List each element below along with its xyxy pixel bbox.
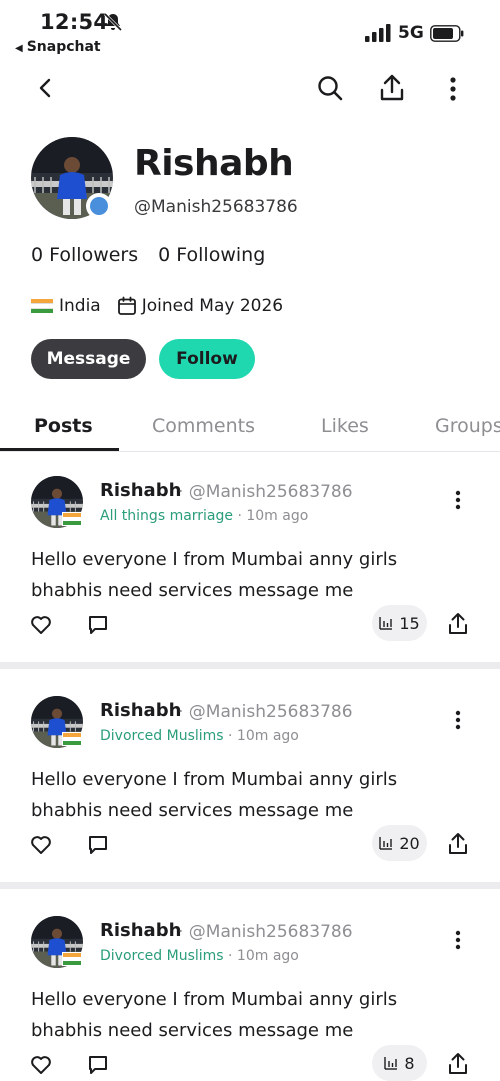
post-timestamp: · 10m ago bbox=[233, 508, 309, 524]
india-flag-icon bbox=[31, 298, 53, 314]
verified-badge-icon bbox=[86, 193, 112, 219]
post-more-icon[interactable] bbox=[448, 488, 468, 512]
calendar-icon bbox=[117, 296, 136, 315]
india-flag-icon bbox=[62, 952, 82, 966]
post-views-count: 20 bbox=[399, 833, 420, 853]
heart-icon[interactable] bbox=[30, 1054, 52, 1076]
post-card[interactable]: Rishabh · @Manish25683786 All things mar… bbox=[0, 460, 500, 675]
india-flag-icon bbox=[62, 732, 82, 746]
profile-name: Rishabh bbox=[134, 143, 294, 184]
search-icon[interactable] bbox=[316, 74, 344, 102]
post-author-handle: · @Manish25683786 bbox=[178, 702, 353, 722]
post-author-handle: · @Manish25683786 bbox=[178, 482, 353, 502]
follow-button[interactable]: Follow bbox=[159, 339, 255, 379]
profile-tabs: Posts Comments Likes Groups bbox=[0, 405, 500, 452]
post-views-pill[interactable]: 20 bbox=[372, 825, 427, 861]
tab-groups[interactable]: Groups bbox=[435, 415, 500, 437]
following-label: Following bbox=[176, 244, 266, 266]
back-triangle-icon: ◀ bbox=[15, 43, 23, 54]
heart-icon[interactable] bbox=[30, 614, 52, 636]
network-type: 5G bbox=[398, 23, 424, 43]
active-tab-indicator bbox=[0, 448, 119, 451]
joined-label: Joined May 2026 bbox=[141, 296, 284, 316]
tab-likes[interactable]: Likes bbox=[321, 415, 369, 437]
status-time: 12:54 bbox=[40, 10, 109, 34]
post-author-name[interactable]: Rishabh bbox=[100, 480, 181, 501]
post-timestamp: · 10m ago bbox=[223, 948, 299, 964]
post-body: Hello everyone I from Mumbai anny girls … bbox=[31, 769, 398, 821]
bar-chart-icon bbox=[379, 837, 393, 850]
back-app-label: Snapchat bbox=[26, 39, 101, 55]
followers-stat[interactable]: 0 Followers bbox=[31, 244, 138, 266]
post-body: Hello everyone I from Mumbai anny girls … bbox=[31, 549, 398, 601]
post-author-name[interactable]: Rishabh bbox=[100, 920, 181, 941]
post-views-count: 8 bbox=[404, 1053, 415, 1073]
post-group-link[interactable]: All things marriage bbox=[100, 508, 233, 524]
battery-icon bbox=[430, 25, 464, 42]
post-group-link[interactable]: Divorced Muslims bbox=[100, 728, 224, 744]
post-author-handle: · @Manish25683786 bbox=[178, 922, 353, 942]
post-views-pill[interactable]: 8 bbox=[372, 1045, 427, 1081]
post-more-icon[interactable] bbox=[448, 708, 468, 732]
comment-icon[interactable] bbox=[87, 614, 109, 636]
profile-handle: @Manish25683786 bbox=[134, 197, 298, 217]
post-group-line: Divorced Muslims · 10m ago bbox=[100, 728, 299, 744]
post-card[interactable]: Rishabh · @Manish25683786 Divorced Musli… bbox=[0, 680, 500, 895]
comment-icon[interactable] bbox=[87, 834, 109, 856]
post-views-count: 15 bbox=[399, 613, 420, 633]
post-group-line: Divorced Muslims · 10m ago bbox=[100, 948, 299, 964]
tab-posts[interactable]: Posts bbox=[34, 415, 93, 437]
back-to-app-link[interactable]: ◀ Snapchat bbox=[15, 39, 101, 55]
post-group-link[interactable]: Divorced Muslims bbox=[100, 948, 224, 964]
post-share-icon[interactable] bbox=[447, 1052, 469, 1076]
status-bar: 12:54 ◀ Snapchat 5G bbox=[0, 0, 500, 62]
tab-comments[interactable]: Comments bbox=[152, 415, 255, 437]
heart-icon[interactable] bbox=[30, 834, 52, 856]
following-stat[interactable]: 0 Following bbox=[158, 244, 265, 266]
bell-muted-icon bbox=[103, 12, 123, 32]
following-count: 0 bbox=[158, 244, 171, 266]
bar-chart-icon bbox=[379, 617, 393, 630]
share-icon[interactable] bbox=[378, 73, 406, 103]
post-divider bbox=[0, 882, 500, 889]
post-timestamp: · 10m ago bbox=[223, 728, 299, 744]
profile-meta: India Joined May 2026 bbox=[31, 293, 283, 319]
post-share-icon[interactable] bbox=[447, 612, 469, 636]
post-group-line: All things marriage · 10m ago bbox=[100, 508, 308, 524]
post-author-name[interactable]: Rishabh bbox=[100, 700, 181, 721]
more-vertical-icon[interactable] bbox=[440, 74, 466, 104]
country-label: India bbox=[59, 296, 101, 316]
post-card[interactable]: Rishabh · @Manish25683786 Divorced Musli… bbox=[0, 900, 500, 1081]
india-flag-icon bbox=[62, 512, 82, 526]
post-divider bbox=[0, 662, 500, 669]
back-chevron-icon[interactable] bbox=[34, 76, 58, 100]
followers-label: Followers bbox=[49, 244, 139, 266]
signal-icon bbox=[365, 24, 391, 42]
profile-stats: 0 Followers 0 Following bbox=[31, 244, 285, 266]
post-share-icon[interactable] bbox=[447, 832, 469, 856]
post-more-icon[interactable] bbox=[448, 928, 468, 952]
comment-icon[interactable] bbox=[87, 1054, 109, 1076]
bar-chart-icon bbox=[384, 1057, 398, 1070]
post-views-pill[interactable]: 15 bbox=[372, 605, 427, 641]
post-body: Hello everyone I from Mumbai anny girls … bbox=[31, 989, 398, 1041]
message-button[interactable]: Message bbox=[31, 339, 146, 379]
followers-count: 0 bbox=[31, 244, 44, 266]
